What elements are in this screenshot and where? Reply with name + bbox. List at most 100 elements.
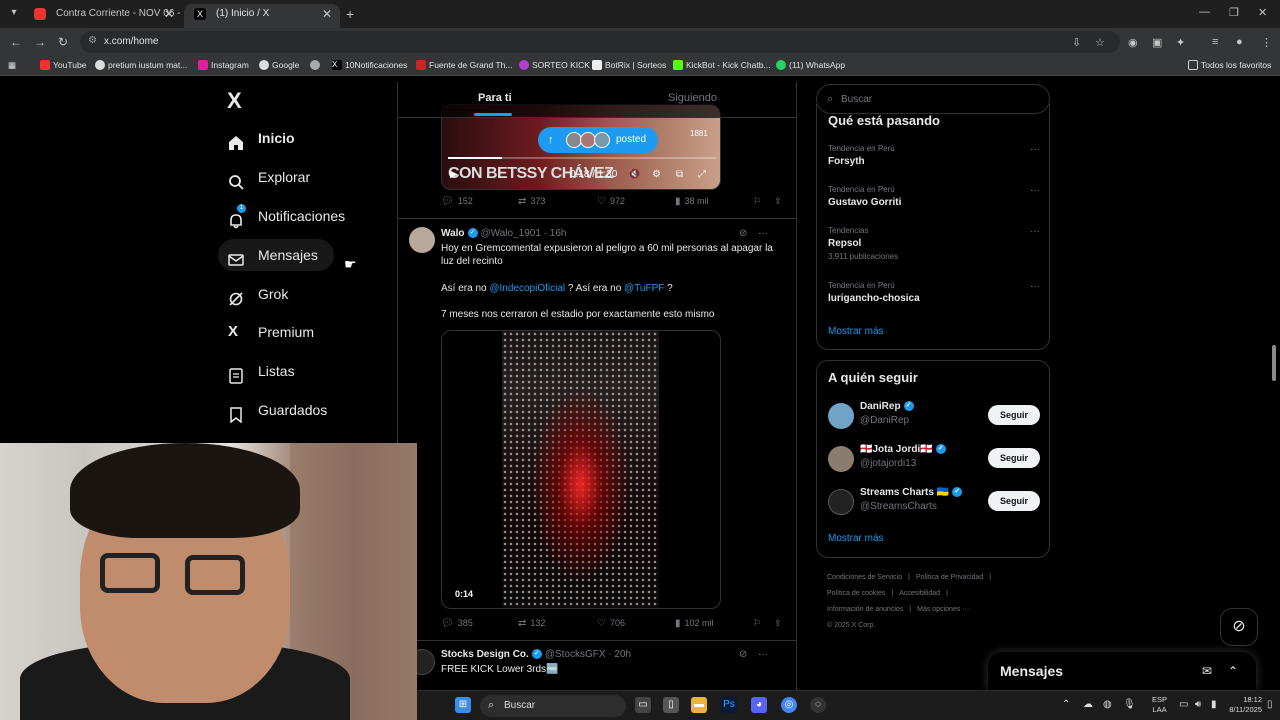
more-options-icon[interactable]: ···	[1030, 144, 1040, 155]
footer-link[interactable]: Información de anuncios	[827, 606, 903, 613]
tab-para-ti[interactable]: Para ti	[478, 92, 512, 104]
footer-link[interactable]: Accesibilidad	[899, 590, 940, 597]
close-tab-icon[interactable]: ✕	[164, 4, 174, 24]
nav-item-inicio[interactable]: Inicio	[218, 122, 295, 154]
trend-item[interactable]: Tendencia en Perú Gustavo Gorriti ···	[828, 185, 1040, 208]
chrome-icon[interactable]: ◎	[781, 697, 797, 713]
close-tab-icon[interactable]: ✕	[322, 4, 332, 24]
volume-icon[interactable]: 🔇	[628, 169, 640, 180]
like-button[interactable]: ♡ 972	[597, 196, 625, 207]
mention-link[interactable]: @IndecopiOficial	[489, 283, 565, 294]
battery-icon[interactable]: ▮	[1211, 699, 1217, 710]
nav-item-premium[interactable]: X Premium	[218, 316, 314, 348]
nav-item-mensajes[interactable]: Mensajes	[218, 239, 334, 271]
mention-link[interactable]: @TuFPF	[624, 283, 664, 294]
grok-floating-button[interactable]: ⊘	[1220, 608, 1258, 646]
trend-item[interactable]: Tendencia en Perú Forsyth ···	[828, 144, 1040, 167]
avatar[interactable]	[828, 446, 854, 472]
notifications-icon[interactable]: ▯	[1267, 699, 1273, 710]
follow-button[interactable]: Seguir	[988, 448, 1040, 468]
follow-suggestion[interactable]: 🏴󠁧󠁢󠁥󠁮󠁧󠁿Jota Jordi🏴󠁧󠁢󠁥󠁮󠁧󠁿 ✓ @jotajordi13 S…	[828, 444, 1040, 476]
search-input[interactable]: ⌕ Buscar	[816, 84, 1050, 114]
forward-icon[interactable]: →	[34, 35, 46, 49]
footer-link[interactable]: Más opciones ···	[917, 606, 969, 613]
nav-item-notificaciones[interactable]: 1 Notificaciones	[218, 200, 345, 232]
more-options-icon[interactable]: ···	[1030, 226, 1040, 237]
bookmark-star-icon[interactable]: ☆	[1095, 36, 1105, 49]
reply-button[interactable]: 💬︎ 385	[441, 618, 473, 629]
views-button[interactable]: ▮ 102 mil	[675, 618, 714, 629]
video-progress-bar[interactable]	[448, 157, 716, 159]
avatar[interactable]	[828, 403, 854, 429]
messages-drawer[interactable]: Mensajes ✉ ⌃	[988, 652, 1256, 690]
page-scrollbar[interactable]	[1272, 345, 1276, 381]
footer-link[interactable]: Política de Privacidad	[916, 574, 983, 581]
new-posts-pill[interactable]: ↑ posted	[538, 127, 658, 153]
extension-icon[interactable]: ▣	[1152, 36, 1162, 49]
follow-suggestion[interactable]: DaniRep ✓ @DaniRep Seguir	[828, 401, 1040, 433]
tab-search-icon[interactable]: ▾	[6, 5, 22, 21]
new-tab-icon[interactable]: +	[346, 6, 354, 22]
omnibox[interactable]: ⚙ x.com/home ⇩ ☆	[80, 31, 1120, 53]
tray-app-icon[interactable]: ◍	[1103, 699, 1112, 710]
bookmark-10notificaciones[interactable]: X 10Notificaciones	[332, 60, 407, 70]
pip-icon[interactable]: ⧉	[676, 169, 683, 180]
more-options-icon[interactable]: ···	[1030, 185, 1040, 196]
bookmark-icon[interactable]: ⚐	[753, 618, 761, 629]
profile-avatar-icon[interactable]: ●	[1236, 36, 1243, 48]
tab-groups-icon[interactable]: ≡	[1212, 36, 1218, 48]
more-options-icon[interactable]: ···	[758, 228, 768, 239]
network-icon[interactable]: ▭	[1179, 699, 1188, 710]
new-message-icon[interactable]: ✉	[1202, 664, 1212, 678]
tab-x-home[interactable]: X (1) Inicio / X ✕	[184, 4, 340, 28]
minimize-icon[interactable]: —	[1199, 6, 1210, 18]
windows-start-icon[interactable]: ⊞	[455, 697, 471, 713]
clock[interactable]: 18:12 8/11/2025	[1222, 695, 1262, 715]
extension-icon[interactable]: ◉	[1128, 36, 1138, 49]
nav-item-guardados[interactable]: Guardados	[218, 394, 327, 426]
repost-button[interactable]: ⇄ 373	[518, 196, 545, 207]
file-explorer-icon[interactable]: ▬	[691, 697, 707, 713]
avatar[interactable]	[828, 489, 854, 515]
nav-item-grok[interactable]: Grok	[218, 278, 288, 310]
follow-button[interactable]: Seguir	[988, 405, 1040, 425]
photoshop-icon[interactable]: Ps	[721, 697, 737, 713]
footer-link[interactable]: Condiciones de Servicio	[827, 574, 902, 581]
nav-item-listas[interactable]: Listas	[218, 355, 295, 387]
show-more-follow-link[interactable]: Mostrar más	[828, 533, 884, 544]
reload-icon[interactable]: ↻	[58, 35, 68, 49]
close-window-icon[interactable]: ✕	[1258, 6, 1267, 19]
bookmark-google[interactable]: Google	[259, 60, 299, 70]
reply-button[interactable]: 💬︎ 152	[441, 196, 473, 207]
bookmark-whatsapp[interactable]: (11) WhatsApp	[776, 60, 845, 70]
all-bookmarks-folder[interactable]: Todos los favoritos	[1188, 60, 1271, 70]
grok-icon[interactable]: ⊘	[739, 228, 747, 239]
bookmark-sorteo-kick[interactable]: SORTEO KICK	[519, 60, 590, 70]
trend-item[interactable]: Tendencias Repsol 3.911 publicaciones ··…	[828, 226, 1040, 261]
play-icon[interactable]: ▶	[450, 169, 458, 180]
settings-icon[interactable]: ⚙	[652, 169, 661, 180]
url-text[interactable]: x.com/home	[104, 36, 158, 47]
discord-icon[interactable]: ◕	[751, 697, 767, 713]
app-icon[interactable]: ▯	[663, 697, 679, 713]
microphone-icon[interactable]: 🎙︎	[1123, 699, 1136, 710]
repost-button[interactable]: ⇄ 132	[518, 618, 545, 629]
footer-link[interactable]: Política de cookies	[827, 590, 885, 597]
bookmark-instagram[interactable]: Instagram	[198, 60, 249, 70]
x-logo-icon[interactable]: X	[227, 88, 242, 114]
views-button[interactable]: ▮ 38 mil	[675, 196, 709, 207]
author-name[interactable]: Walo	[441, 228, 465, 239]
more-options-icon[interactable]: ···	[1030, 281, 1040, 292]
site-info-icon[interactable]: ⚙	[88, 35, 97, 46]
fullscreen-icon[interactable]: ⤢	[698, 169, 706, 180]
browser-menu-icon[interactable]: ⋮	[1261, 36, 1272, 49]
obs-icon[interactable]: ◌	[810, 697, 826, 713]
bookmark-kickbot[interactable]: KickBot - Kick Chatb...	[673, 60, 771, 70]
follow-button[interactable]: Seguir	[988, 491, 1040, 511]
tab-siguiendo[interactable]: Siguiendo	[668, 92, 717, 104]
back-icon[interactable]: ←	[10, 35, 22, 49]
grok-icon[interactable]: ⊘	[739, 649, 747, 660]
bookmark-fuente-gta[interactable]: Fuente de Grand Th...	[416, 60, 512, 70]
bookmark-youtube[interactable]: YouTube	[40, 60, 86, 70]
puzzle-extensions-icon[interactable]: ✦	[1176, 36, 1185, 49]
